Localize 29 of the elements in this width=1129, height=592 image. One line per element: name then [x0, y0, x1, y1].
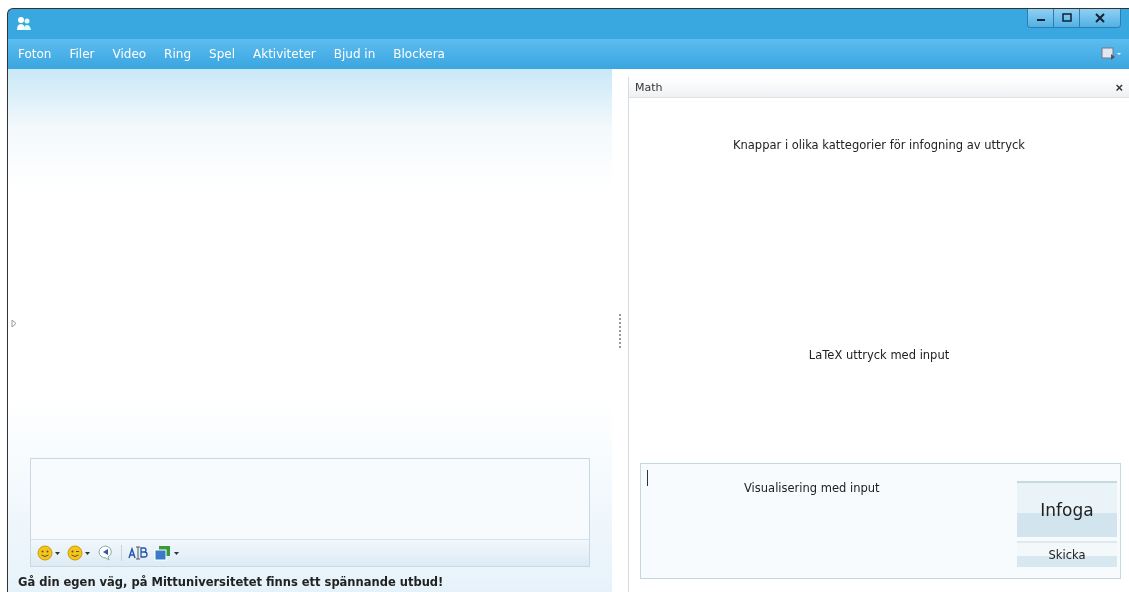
menu-item[interactable]: Ring	[155, 45, 200, 63]
promo-text: Gå din egen väg, på Mittuniversitetet finns ett spännande utbud!	[17, 574, 445, 591]
send-button[interactable]: Skicka	[1017, 541, 1117, 567]
menu-item[interactable]: Filer	[60, 45, 104, 63]
menu-item[interactable]: Spel	[200, 45, 244, 63]
wink-icon[interactable]	[67, 545, 91, 561]
menu-item[interactable]: Video	[103, 45, 156, 63]
maximize-button[interactable]	[1054, 9, 1080, 27]
panel-title: Math	[635, 80, 663, 94]
placeholder-text: LaTeX uttryck med input	[808, 348, 950, 362]
background-icon[interactable]	[154, 545, 180, 561]
menu-item[interactable]: Aktiviteter	[243, 45, 325, 63]
placeholder-text: Knappar i olika kattegorier för infogning av uttryck	[732, 138, 1026, 152]
minimize-button[interactable]	[1028, 9, 1054, 27]
close-button[interactable]: ×	[1115, 79, 1123, 95]
emoticon-icon[interactable]	[37, 545, 61, 561]
menu-item[interactable]: Foton	[16, 45, 61, 63]
window-menu-icon[interactable]	[1101, 47, 1121, 61]
menu-item[interactable]: Bjud in	[324, 45, 385, 63]
contacts-icon	[16, 16, 32, 32]
close-button[interactable]	[1080, 9, 1120, 27]
expand-icon[interactable]	[11, 319, 17, 328]
menu-item[interactable]: Blockera	[384, 45, 454, 63]
close-icon	[1095, 13, 1105, 23]
insert-button[interactable]: Infoga	[1017, 481, 1117, 537]
maximize-icon	[1061, 13, 1072, 23]
nudge-icon[interactable]	[97, 545, 115, 561]
font-icon[interactable]	[128, 545, 148, 561]
input-field[interactable]: Visualisering med input	[644, 467, 1017, 575]
